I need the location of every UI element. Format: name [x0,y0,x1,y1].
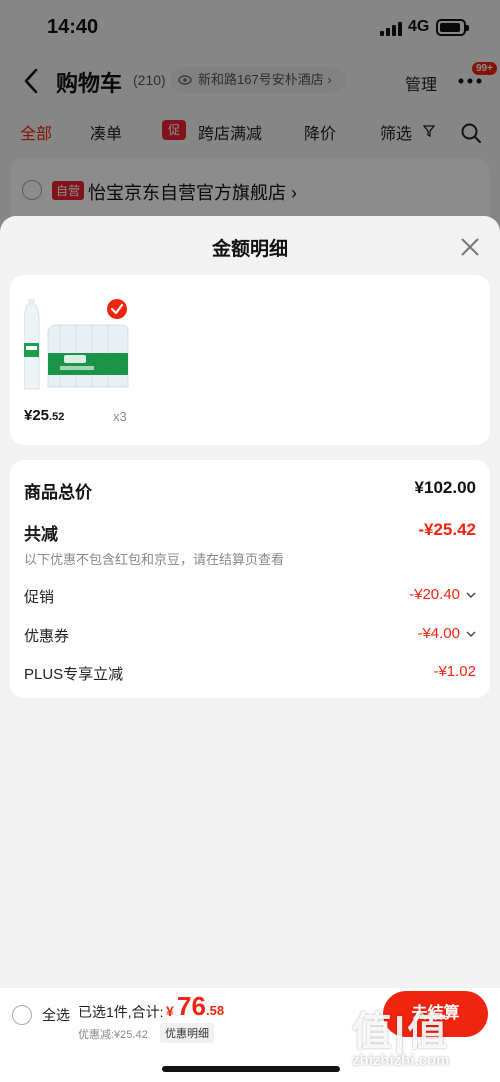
chevron-down-icon [466,631,476,637]
discount-detail-button[interactable]: 优惠明细 [160,1023,214,1043]
reduce-value: -¥25.42 [418,520,476,539]
checked-icon[interactable] [107,299,127,319]
watermark-logo: 值|值 [352,1010,450,1054]
home-indicator[interactable] [162,1066,340,1072]
total-label: 商品总价 [24,483,92,502]
total-decimal: .58 [206,1003,225,1018]
watermark: 值|值 zhizhizhi.com [350,995,498,1080]
total-amount: 76 [177,991,206,1021]
discount-note: 以下优惠不包含红包和京豆，请在结算页查看 [24,552,285,567]
watermark-url: zhizhizhi.com [352,1052,450,1069]
reduce-label: 共减 [24,525,58,544]
sheet-title: 金额明细 [211,239,288,260]
selected-summary: 已选1件,合计: [78,1004,164,1020]
plus-label: PLUS专享立减 [24,666,124,683]
select-all-radio[interactable] [12,1005,32,1025]
coupon-label: 优惠券 [24,628,70,645]
select-all-label[interactable]: 全选 [42,1005,70,1025]
amount-detail-sheet: 金额明细 ¥25.52 x3 商品总价 ¥102.00 共减 -¥25.42 以… [0,216,500,988]
total-value: ¥102.00 [414,478,476,497]
promo-value: -¥20.40 [409,586,460,603]
close-icon[interactable] [458,235,482,259]
discount-summary: 优惠减:¥25.42 [78,1029,148,1041]
promo-label: 促销 [24,589,55,606]
product-card: ¥25.52 x3 [10,275,490,445]
coupon-value: -¥4.00 [417,625,460,642]
total-currency: ¥ [166,1003,174,1019]
product-price: ¥25.52 [24,407,65,424]
product-quantity: x3 [113,409,127,424]
amount-detail-card: 商品总价 ¥102.00 共减 -¥25.42 以下优惠不包含红包和京豆，请在结… [10,460,490,698]
chevron-down-icon [466,592,476,598]
plus-value: -¥1.02 [433,663,476,680]
